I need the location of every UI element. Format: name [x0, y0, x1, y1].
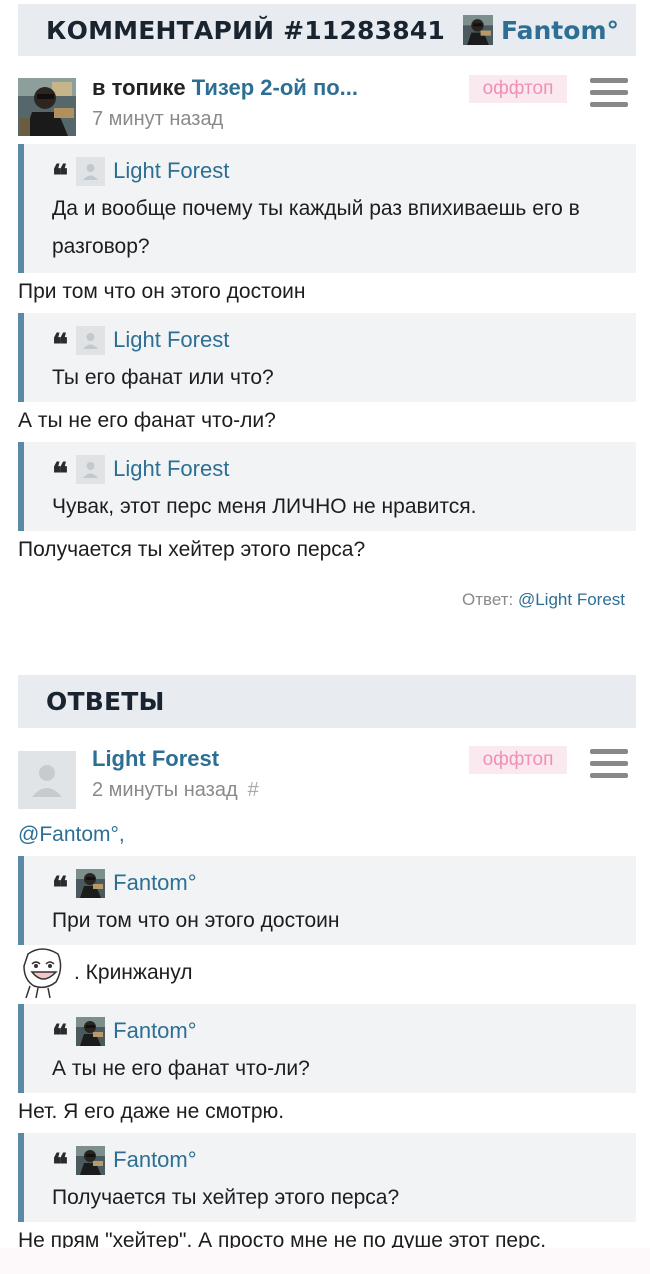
comment-author-name: Fantom° — [501, 15, 619, 45]
quote-block: ❝ Light Forest Да и вообще почему ты каж… — [18, 144, 636, 273]
quote-header: ❝ Light Forest — [52, 325, 636, 361]
quote-author[interactable]: Light Forest — [113, 327, 229, 353]
quote-icon: ❝ — [52, 457, 69, 492]
quote-icon: ❝ — [52, 1019, 69, 1054]
hamburger-icon[interactable] — [590, 749, 628, 779]
default-avatar-icon — [76, 325, 106, 355]
offtop-badge[interactable]: оффтоп — [469, 746, 567, 774]
quote-block: ❝ Light Forest Ты его фанат или что? — [18, 313, 636, 402]
comment-title: КОММЕНТАРИЙ #11283841 — [46, 15, 446, 45]
quote-text: Да и вообще почему ты каждый раз впихива… — [52, 197, 580, 258]
quote-author[interactable]: Fantom° — [113, 1018, 196, 1044]
cyberpunk-avatar-icon — [76, 1016, 106, 1046]
quote-header: ❝ Light Forest — [52, 156, 636, 192]
quote-block: ❝ Fantom° Получается ты хейтер этого пер… — [18, 1133, 636, 1222]
troll-face-emoji-icon — [23, 948, 62, 999]
quote-author[interactable]: Light Forest — [113, 158, 229, 184]
quote-header: ❝ Fantom° — [52, 868, 636, 904]
hamburger-icon[interactable] — [590, 78, 628, 108]
comment-header: КОММЕНТАРИЙ #11283841 Fantom° — [18, 4, 636, 56]
emoji-line-text: . Кринжанул — [74, 961, 193, 984]
reply-author-line: Light Forest — [92, 745, 259, 773]
quote-text: А ты не его фанат что-ли? — [52, 1057, 310, 1080]
replies-header: ОТВЕТЫ — [18, 675, 636, 728]
reply-text: Нет. Я его даже не смотрю. — [18, 1100, 285, 1123]
default-avatar-icon — [76, 156, 106, 186]
mention-link[interactable]: @Fantom°, — [18, 823, 125, 847]
quote-block: ❝ Fantom° А ты не его фанат что-ли? — [18, 1004, 636, 1093]
reply-time-line: 2 минуты назад # — [92, 779, 259, 802]
cyberpunk-avatar-icon — [463, 15, 494, 45]
quote-author[interactable]: Light Forest — [113, 456, 229, 482]
quote-icon: ❝ — [52, 159, 69, 194]
reply-author-name[interactable]: Light Forest — [92, 746, 219, 771]
quote-author[interactable]: Fantom° — [113, 870, 196, 896]
permalink-hash[interactable]: # — [248, 779, 259, 801]
cyberpunk-avatar-icon — [76, 1145, 106, 1175]
comment-meta: в топике Тизер 2-ой по... 7 минут назад — [92, 74, 358, 131]
reply-to: Ответ: @Light Forest — [462, 590, 625, 610]
reply-to-link[interactable]: @Light Forest — [518, 590, 625, 609]
quote-block: ❝ Light Forest Чувак, этот перс меня ЛИЧ… — [18, 442, 636, 531]
quote-text: Чувак, этот перс меня ЛИЧНО не нравится. — [52, 495, 477, 518]
offtop-badge[interactable]: оффтоп — [469, 75, 567, 103]
quote-author[interactable]: Fantom° — [113, 1147, 196, 1173]
quote-header: ❝ Light Forest — [52, 454, 636, 490]
quote-text: Получается ты хейтер этого перса? — [52, 1186, 400, 1209]
comment-text: Получается ты хейтер этого перса? — [18, 538, 366, 561]
quote-icon: ❝ — [52, 871, 69, 906]
quote-text: Ты его фанат или что? — [52, 366, 274, 389]
comment-text: А ты не его фанат что-ли? — [18, 409, 276, 432]
default-avatar-icon — [76, 454, 106, 484]
reply-author-avatar[interactable] — [18, 751, 76, 809]
reply-to-label: Ответ: — [461, 590, 514, 609]
comment-time: 7 минут назад — [92, 108, 224, 130]
topic-line: в топике Тизер 2-ой по... — [92, 74, 358, 102]
quote-header: ❝ Fantom° — [52, 1016, 636, 1052]
quote-header: ❝ Fantom° — [52, 1145, 636, 1181]
cyberpunk-avatar-icon — [76, 868, 106, 898]
reply-time: 2 минуты назад — [92, 779, 238, 801]
quote-text: При том что он этого достоин — [52, 909, 340, 932]
quote-icon: ❝ — [52, 1148, 69, 1183]
quote-block: ❝ Fantom° При том что он этого достоин — [18, 856, 636, 945]
topic-link[interactable]: Тизер 2-ой по... — [192, 75, 358, 100]
comment-text: При том что он этого достоин — [18, 280, 306, 303]
replies-title: ОТВЕТЫ — [46, 687, 165, 716]
emoji-text-line: . Кринжанул — [18, 946, 193, 1000]
quote-icon: ❝ — [52, 328, 69, 363]
author-avatar[interactable] — [18, 78, 76, 136]
reply-meta: Light Forest 2 минуты назад # — [92, 745, 259, 802]
comment-author[interactable]: Fantom° — [463, 15, 619, 45]
topic-prefix: в топике — [92, 75, 186, 100]
bottom-overlay — [0, 1248, 650, 1274]
